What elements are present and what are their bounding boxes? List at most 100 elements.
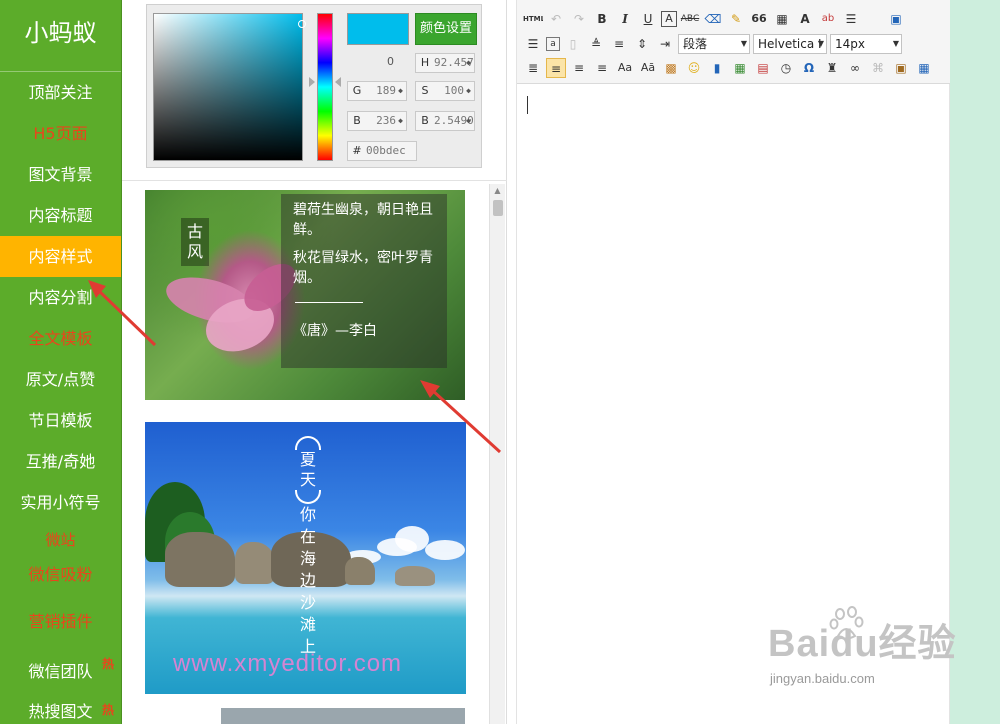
poem-line: 碧荷生幽泉，朝日艳且鲜。	[293, 202, 433, 238]
align-right-icon[interactable]: ≡	[592, 58, 612, 78]
align-center-icon[interactable]: ≡	[569, 58, 589, 78]
color-picker: 颜色设置 0 H 92.457 ◆ G 189 ◆ S 100 ◆ B 236 ◆ B 2.549…	[146, 4, 482, 168]
site-watermark: www.xmyeditor.com	[173, 650, 403, 677]
template-summer-beach[interactable]: 夏天 你在海边沙滩上 www.xmyeditor.com	[145, 422, 466, 694]
html-source-button[interactable]: HTML	[523, 9, 543, 29]
format-painter-icon[interactable]: ✎	[726, 9, 746, 29]
toolbar-row-3: ≣ ≡ ≡ ≡ Aa Aā ▩ ☺ ▮ ▦ ▤ ◷ Ω ♜ ∞ ⌘ ▣ ▦	[523, 57, 934, 79]
nav-item-marketing-plugin[interactable]: 营销插件	[0, 597, 121, 647]
line-height-icon[interactable]: ≜	[586, 34, 606, 54]
row-spacing-icon[interactable]: ⇕	[632, 34, 652, 54]
nav-item-content-title[interactable]: 内容标题	[0, 195, 121, 236]
toolbar-row-2: ☰ a ▯ ≜ ≡ ⇕ ⇥ 段落 ▼ Helvetica I ▼ 14px ▼	[523, 33, 902, 55]
paragraph-select[interactable]: 段落 ▼	[678, 34, 750, 54]
bold-button[interactable]: B	[592, 9, 612, 29]
nav-item-content-divider[interactable]: 内容分割	[0, 277, 121, 318]
font-size-select[interactable]: 14px ▼	[830, 34, 902, 54]
unlink-icon[interactable]: ⌘	[868, 58, 888, 78]
align-justify-icon[interactable]: ≣	[523, 58, 543, 78]
paste-icon[interactable]: ▣	[891, 58, 911, 78]
poem-divider	[295, 302, 363, 303]
nav-item-holiday-template[interactable]: 节日模板	[0, 400, 121, 441]
nav-item-hot-search[interactable]: 热搜图文 热	[0, 693, 121, 724]
nav-item-mutual-push[interactable]: 互推/奇她	[0, 441, 121, 482]
redo-icon[interactable]: ↷	[569, 9, 589, 29]
scrollbar[interactable]: ▲	[489, 184, 505, 724]
insert-frame-icon[interactable]: a	[546, 37, 560, 51]
nav-item-label: 热搜图文	[28, 702, 93, 721]
strikethrough-button[interactable]: ABC	[680, 9, 700, 29]
search-replace-icon[interactable]: ♜	[822, 58, 842, 78]
scroll-thumb[interactable]	[493, 200, 503, 216]
font-color-icon[interactable]: A	[795, 9, 815, 29]
video-icon[interactable]: ▮	[707, 58, 727, 78]
toolbar-row-1: HTML ↶ ↷ B I U A ABC ⌫ ✎ 66 ▦ A ab ☰ ▣	[523, 8, 906, 30]
poem-line: 秋花冒绿水，密叶罗青烟。	[293, 250, 433, 286]
style-tag: 古风	[181, 218, 209, 266]
italic-button[interactable]: I	[615, 9, 635, 29]
ordered-list-icon[interactable]: ☰	[841, 9, 861, 29]
baidu-url: jingyan.baidu.com	[770, 671, 875, 686]
nav-item-content-style[interactable]: 内容样式	[0, 236, 121, 277]
align-left-icon[interactable]: ≡	[546, 58, 566, 78]
nav-item-image-background[interactable]: 图文背景	[0, 154, 121, 195]
template-next-preview[interactable]	[221, 708, 465, 724]
poem-box: 碧荷生幽泉，朝日艳且鲜。 秋花冒绿水，密叶罗青烟。 《唐》—李白	[281, 194, 447, 368]
hot-badge: 热	[99, 653, 117, 675]
brightness-field[interactable]: B 2.5490 ◆	[415, 111, 475, 131]
link-icon[interactable]: ∞	[845, 58, 865, 78]
nav-item-symbols[interactable]: 实用小符号	[0, 482, 121, 523]
indent-icon[interactable]: ⇥	[655, 34, 675, 54]
picker-cursor[interactable]	[298, 20, 306, 28]
calendar-icon[interactable]: ▤	[753, 58, 773, 78]
s-field[interactable]: S 100 ◆	[415, 81, 475, 101]
nav-item-wechat-fans[interactable]: 微信吸粉	[0, 557, 121, 597]
table-icon[interactable]: ▦	[914, 58, 934, 78]
hex-field[interactable]: #00bdec	[347, 141, 417, 161]
hue-arrow-left-icon	[309, 77, 315, 87]
nav-item-original-like[interactable]: 原文/点赞	[0, 359, 121, 400]
b-field[interactable]: B 236 ◆	[347, 111, 407, 131]
paragraph-spacing-icon[interactable]: ≡	[609, 34, 629, 54]
page-background-right	[950, 0, 1000, 724]
font-style-icon[interactable]: Aa	[615, 58, 635, 78]
paw-icon	[829, 606, 864, 640]
g-field[interactable]: G 189 ◆	[347, 81, 407, 101]
nav-item-full-template[interactable]: 全文模板	[0, 318, 121, 359]
page-icon[interactable]: ▯	[563, 34, 583, 54]
poem-author: 《唐》—李白	[293, 323, 377, 339]
image-icon[interactable]: ▩	[661, 58, 681, 78]
nav-item-wechat-team[interactable]: 微信团队 热	[0, 647, 121, 693]
special-char-icon[interactable]: Ω	[799, 58, 819, 78]
preview-icon[interactable]: ▣	[886, 9, 906, 29]
nav-item-micro-site[interactable]: 微站	[0, 523, 121, 557]
hue-slider[interactable]	[317, 13, 333, 161]
underline-button[interactable]: U	[638, 9, 658, 29]
h-field[interactable]: H 92.457 ◆	[415, 53, 475, 73]
editor-toolbar: HTML ↶ ↷ B I U A ABC ⌫ ✎ 66 ▦ A ab ☰ ▣ ☰…	[517, 0, 951, 84]
hot-badge: 热	[99, 699, 117, 721]
nav-item-top-follow[interactable]: 顶部关注	[0, 72, 121, 113]
quote-icon[interactable]: 66	[749, 9, 769, 29]
vertical-text: 你在海边沙滩上	[299, 505, 316, 656]
color-swatch	[347, 13, 409, 45]
divider	[122, 180, 507, 181]
saturation-value-area[interactable]	[153, 13, 306, 161]
scroll-up-icon[interactable]: ▲	[490, 184, 505, 198]
clock-icon[interactable]: ◷	[776, 58, 796, 78]
template-lotus-poem[interactable]: 古风 碧荷生幽泉，朝日艳且鲜。 秋花冒绿水，密叶罗青烟。 《唐》—李白	[145, 190, 465, 400]
color-settings-button[interactable]: 颜色设置	[415, 13, 477, 45]
media-icon[interactable]: ▦	[730, 58, 750, 78]
highlight-color-icon[interactable]: ab	[818, 9, 838, 29]
nav-item-h5-page[interactable]: H5页面	[0, 113, 121, 154]
eraser-icon[interactable]: ⌫	[703, 9, 723, 29]
hue-arrow-right-icon	[335, 77, 341, 87]
emoji-icon[interactable]: ☺	[684, 58, 704, 78]
font-size-icon[interactable]: Aā	[638, 58, 658, 78]
font-border-button[interactable]: A	[661, 11, 677, 27]
unordered-list-icon[interactable]: ☰	[523, 34, 543, 54]
font-family-select[interactable]: Helvetica I ▼	[753, 34, 827, 54]
undo-icon[interactable]: ↶	[546, 9, 566, 29]
paste-plain-icon[interactable]: ▦	[772, 9, 792, 29]
brand-logo: 小蚂蚁	[0, 0, 121, 72]
